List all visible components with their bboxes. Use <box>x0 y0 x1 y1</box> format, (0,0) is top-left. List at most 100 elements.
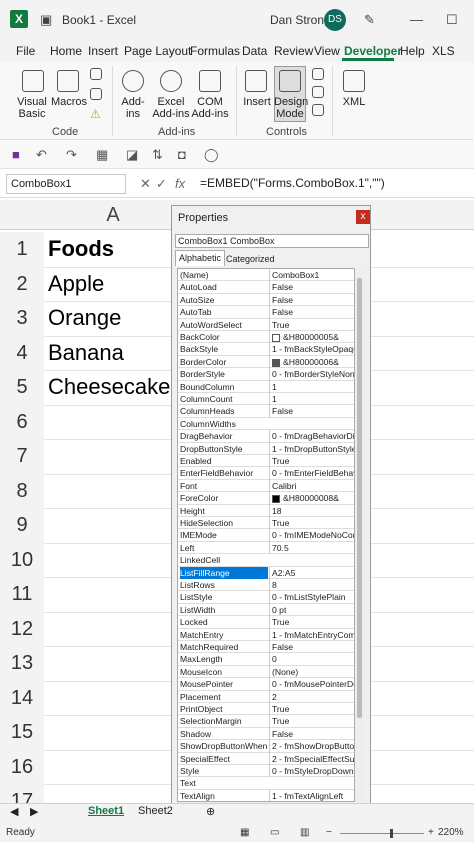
property-value-cell[interactable]: (None) <box>269 665 354 679</box>
minimize-button[interactable]: — <box>410 12 423 27</box>
property-row[interactable]: Left 70.5 <box>178 541 354 555</box>
property-value-cell[interactable]: 1 <box>269 393 354 406</box>
property-row[interactable]: BorderStyle 0 - fmBorderStyleNone <box>178 368 354 381</box>
property-value-cell[interactable]: 0 - fmStyleDropDownC <box>269 765 354 778</box>
menu-view[interactable]: View <box>314 44 340 58</box>
property-row[interactable]: ColumnHeads False <box>178 405 354 418</box>
property-row[interactable]: Placement 2 <box>178 690 354 703</box>
property-value-cell[interactable]: 1 - fmBackStyleOpaque <box>269 343 354 356</box>
warning-icon[interactable]: ⚠ <box>90 107 101 121</box>
properties-scrollbar[interactable] <box>355 268 365 802</box>
column-header-a[interactable]: A <box>50 200 176 230</box>
row-header[interactable]: 8 <box>0 473 44 508</box>
add-sheet-icon[interactable]: ⊕ <box>206 805 215 818</box>
property-value-cell[interactable]: 1 - fmDropButtonStyle <box>269 442 354 455</box>
property-row[interactable]: Enabled True <box>178 455 354 468</box>
property-value-cell[interactable]: 1 - fmTextAlignLeft <box>269 789 354 801</box>
row-header[interactable]: 15 <box>0 715 44 750</box>
property-value-cell[interactable]: True <box>269 517 354 530</box>
tab-sheet1[interactable]: Sheet1 <box>88 805 124 817</box>
property-row[interactable]: MouseIcon (None) <box>178 665 354 679</box>
function-icon[interactable]: fx <box>175 176 185 191</box>
zoom-out-icon[interactable]: − <box>326 827 332 838</box>
next-sheet-icon[interactable]: ▶ <box>30 805 38 818</box>
cell-a5[interactable]: Cheesecake <box>48 374 170 400</box>
property-value-cell[interactable]: True <box>269 715 354 728</box>
property-row[interactable]: SpecialEffect 2 - fmSpecialEffectSun <box>178 752 354 765</box>
property-value-cell[interactable]: 70.5 <box>269 541 354 555</box>
scroll-thumb[interactable] <box>357 278 362 718</box>
row-header[interactable]: 16 <box>0 749 44 784</box>
tab-alphabetic[interactable]: Alphabetic <box>175 250 225 266</box>
property-row[interactable]: AutoWordSelect True <box>178 318 354 331</box>
pen-icon[interactable]: ✎ <box>364 12 375 28</box>
property-value-cell[interactable]: 0 pt <box>269 603 354 617</box>
zoom-slider-thumb[interactable] <box>390 829 393 838</box>
property-value-cell[interactable]: 0 - fmMousePointerDe <box>269 678 354 691</box>
formula-input[interactable]: =EMBED("Forms.ComboBox.1","") <box>200 176 385 190</box>
property-value-cell[interactable]: 0 <box>269 653 354 666</box>
property-value-cell[interactable]: &H80000005& <box>269 331 354 344</box>
page-break-icon[interactable]: ▥ <box>300 827 309 838</box>
property-row[interactable]: ColumnWidths <box>178 418 354 431</box>
menu-formulas[interactable]: Formulas <box>190 44 240 58</box>
property-row[interactable]: MaxLength 0 <box>178 653 354 666</box>
property-row[interactable]: (Name) ComboBox1 <box>178 269 354 282</box>
tab-categorized[interactable]: Categorized <box>226 252 275 266</box>
property-row[interactable]: Shadow False <box>178 727 354 741</box>
property-value-cell[interactable]: True <box>269 616 354 629</box>
property-value-cell[interactable]: Calibri <box>269 479 354 493</box>
menu-review[interactable]: Review <box>274 44 313 58</box>
property-value-cell[interactable]: True <box>269 703 354 716</box>
property-row[interactable]: ListWidth 0 pt <box>178 603 354 617</box>
property-row[interactable]: Locked True <box>178 616 354 629</box>
property-value-cell[interactable]: 2 - fmSpecialEffectSun <box>269 752 354 765</box>
undo-icon[interactable]: ↶ <box>36 147 47 163</box>
save-icon[interactable]: ▣ <box>40 12 52 28</box>
property-row[interactable]: MatchEntry 1 - fmMatchEntryComp <box>178 628 354 641</box>
view-code-icon[interactable] <box>312 86 324 98</box>
camera-icon[interactable]: ◘ <box>178 147 186 162</box>
property-row[interactable]: ListStyle 0 - fmListStylePlain <box>178 591 354 604</box>
property-value-cell[interactable]: 0 - fmListStylePlain <box>269 591 354 604</box>
property-row[interactable]: Text <box>178 777 354 790</box>
row-header[interactable]: 1 <box>0 232 44 267</box>
menu-help[interactable]: Help <box>400 44 425 58</box>
normal-view-icon[interactable]: ▦ <box>240 827 249 838</box>
property-row[interactable]: MatchRequired False <box>178 641 354 654</box>
cancel-icon[interactable]: ✕ <box>140 176 151 192</box>
tab-sheet2[interactable]: Sheet2 <box>138 805 173 817</box>
property-row[interactable]: AutoLoad False <box>178 281 354 294</box>
property-value-cell[interactable]: False <box>269 293 354 307</box>
property-row[interactable]: TextAlign 1 - fmTextAlignLeft <box>178 789 354 801</box>
property-value-cell[interactable]: A2:A5 <box>269 566 354 579</box>
redo-icon[interactable]: ↷ <box>66 147 77 163</box>
cell-a2[interactable]: Apple <box>48 271 104 297</box>
save-icon[interactable]: ■ <box>12 147 20 162</box>
sort-icon[interactable]: ⇅ <box>152 147 163 163</box>
property-value-cell[interactable]: False <box>269 405 354 418</box>
property-row[interactable]: Height 18 <box>178 504 354 517</box>
property-row[interactable]: ShowDropButtonWhen 2 - fmShowDropButton <box>178 740 354 753</box>
xml-button[interactable]: XML <box>338 96 370 108</box>
property-value-cell[interactable]: 0 - fmIMEModeNoCont <box>269 529 354 542</box>
row-header[interactable]: 6 <box>0 404 44 439</box>
com-addins-button[interactable]: COM Add-ins <box>190 96 230 120</box>
avatar[interactable]: DS <box>324 9 346 31</box>
user-name[interactable]: Dan Strong <box>270 13 331 27</box>
property-value-cell[interactable]: 18 <box>269 504 354 517</box>
excel-addins-button[interactable]: Excel Add-ins <box>150 96 192 120</box>
close-button[interactable]: x <box>356 210 370 224</box>
relative-ref-icon[interactable] <box>90 88 102 100</box>
cell-a3[interactable]: Orange <box>48 305 121 331</box>
property-value-cell[interactable]: False <box>269 306 354 319</box>
design-mode-button[interactable]: Design Mode <box>274 96 308 120</box>
property-value-cell[interactable]: True <box>269 318 354 331</box>
property-row[interactable]: ForeColor &H80000008& <box>178 492 354 505</box>
property-row[interactable]: BorderColor &H80000006& <box>178 355 354 369</box>
property-row[interactable]: BoundColumn 1 <box>178 380 354 393</box>
property-row[interactable]: EnterFieldBehavior 0 - fmEnterFieldBehavi <box>178 467 354 480</box>
property-value-cell[interactable]: False <box>269 281 354 294</box>
name-box[interactable]: ComboBox1 <box>6 174 126 194</box>
property-value-cell[interactable]: &H80000008& <box>269 492 354 505</box>
